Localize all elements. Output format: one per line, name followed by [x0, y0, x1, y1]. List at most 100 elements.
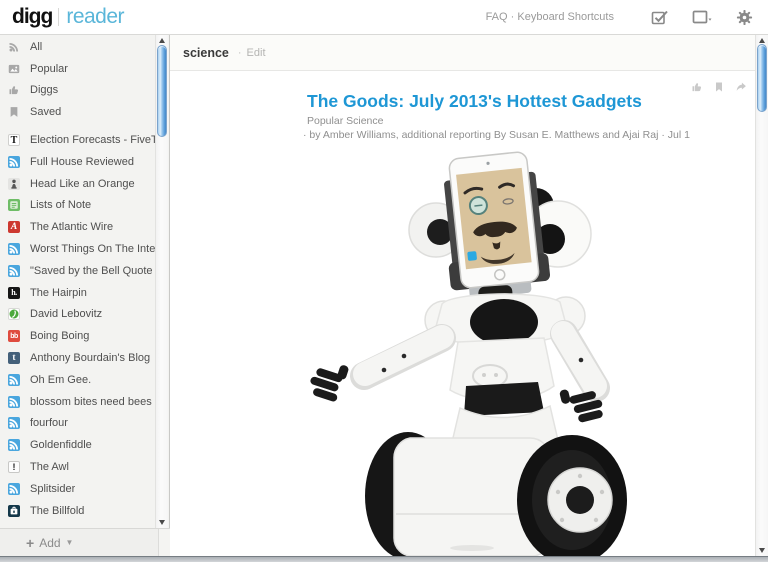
main-content: science · Edit The Goods: July 2013's Ho…: [170, 35, 755, 556]
folder-toolbar: science · Edit: [170, 35, 755, 71]
caret-down-icon: ▼: [66, 538, 74, 547]
sidebar-item[interactable]: Saved: [0, 101, 155, 123]
rss-blue-icon: [8, 243, 20, 255]
sidebar-item-label: Anthony Bourdain's Blog: [30, 352, 150, 364]
sidebar-item[interactable]: The Billfold: [0, 500, 155, 522]
article-hero-robot-image: [300, 146, 640, 556]
sidebar-item[interactable]: T Election Forecasts - FiveThirt…: [0, 129, 155, 151]
sidebar-item[interactable]: All: [0, 36, 155, 58]
sidebar-item[interactable]: Lists of Note: [0, 195, 155, 217]
app-header: digg reader FAQ · Keyboard Shortcuts: [0, 0, 768, 35]
thumb-muted-icon: [8, 84, 20, 96]
sidebar-item-label: Goldenfiddle: [30, 439, 92, 451]
photo-muted-icon: [8, 63, 20, 75]
sidebar-item[interactable]: t Anthony Bourdain's Blog: [0, 347, 155, 369]
rss-blue-icon: [8, 396, 20, 408]
article-view: The Goods: July 2013's Hottest Gadgets P…: [170, 71, 755, 556]
faq-link[interactable]: FAQ: [486, 11, 508, 23]
bookmark-muted-icon: [8, 106, 20, 118]
sidebar-item-label: Election Forecasts - FiveThirt…: [30, 134, 155, 146]
article-source: Popular Science: [307, 115, 383, 127]
rss-blue-icon: [8, 156, 20, 168]
green-notes-icon: [8, 199, 20, 211]
edit-folder-link[interactable]: Edit: [247, 47, 266, 59]
sidebar-item-label: Lists of Note: [30, 199, 91, 211]
billfold-icon: [8, 505, 20, 517]
lebovitz-icon: [8, 308, 20, 320]
sidebar-item[interactable]: Splitsider: [0, 478, 155, 500]
share-arrow-icon[interactable]: [735, 81, 747, 93]
sidebar-item-label: blossom bites need bees: [30, 396, 152, 408]
rss-blue-icon: [8, 439, 20, 451]
sidebar-item-label: "Saved by the Bell Quote of t…: [30, 265, 155, 277]
sidebar-item-label: The Awl: [30, 461, 69, 473]
plus-icon: +: [26, 535, 34, 551]
sidebar-item[interactable]: Full House Reviewed: [0, 151, 155, 173]
sidebar-item-label: All: [30, 41, 42, 53]
rss-blue-icon: [8, 483, 20, 495]
sidebar-item[interactable]: Popular: [0, 58, 155, 80]
footer-divider: [158, 529, 159, 557]
sidebar-item[interactable]: Worst Things On The Internet: [0, 238, 155, 260]
sidebar-item-label: The Atlantic Wire: [30, 221, 113, 233]
sidebar-scrollbar[interactable]: [155, 35, 168, 528]
sidebar-item[interactable]: Oh Em Gee.: [0, 369, 155, 391]
window-bottom-edge: [0, 556, 768, 562]
article-title[interactable]: The Goods: July 2013's Hottest Gadgets: [307, 91, 727, 112]
logo-divider: [58, 8, 59, 26]
sidebar: All Popular DiggsSaved T Election Forecasts …: [0, 35, 170, 528]
sidebar-item[interactable]: "Saved by the Bell Quote of t…: [0, 260, 155, 282]
sidebar-item[interactable]: Head Like an Orange: [0, 173, 155, 195]
add-feed-label: Add: [39, 536, 60, 550]
sidebar-item[interactable]: blossom bites need bees: [0, 391, 155, 413]
nyt-icon: T: [8, 134, 20, 146]
rss-blue-icon: [8, 374, 20, 386]
digg-wordmark: digg: [12, 5, 52, 29]
scroll-down-arrow[interactable]: [156, 518, 168, 527]
settings-gear-icon[interactable]: [734, 8, 754, 26]
sidebar-item-label: Oh Em Gee.: [30, 374, 91, 386]
hairpin-icon: h.: [8, 287, 20, 299]
boingboing-icon: bb: [8, 330, 20, 342]
sidebar-item-label: Popular: [30, 63, 68, 75]
sidebar-item[interactable]: Goldenfiddle: [0, 434, 155, 456]
add-feed-button[interactable]: + Add ▼: [26, 535, 73, 551]
sidebar-item[interactable]: ! The Awl: [0, 456, 155, 478]
keyboard-shortcuts-link[interactable]: Keyboard Shortcuts: [517, 11, 614, 23]
main-scrollbar[interactable]: [755, 35, 768, 556]
sidebar-scrollbar-thumb[interactable]: [157, 45, 167, 137]
mark-all-read-icon[interactable]: [650, 8, 670, 26]
sidebar-item-label: Worst Things On The Internet: [30, 243, 155, 255]
awl-icon: !: [8, 461, 20, 473]
atlantic-icon: A: [8, 221, 20, 233]
tumblr-icon: t: [8, 352, 20, 364]
main-scrollbar-thumb[interactable]: [757, 44, 767, 112]
sidebar-item-label: The Hairpin: [30, 287, 87, 299]
sidebar-item-label: David Lebovitz: [30, 308, 102, 320]
sidebar-item[interactable]: h. The Hairpin: [0, 282, 155, 304]
scroll-up-arrow[interactable]: [156, 36, 168, 45]
sidebar-item[interactable]: Diggs: [0, 80, 155, 102]
rss-muted-icon: [8, 41, 20, 53]
sidebar-item-label: The Billfold: [30, 505, 84, 517]
sidebar-item[interactable]: A The Atlantic Wire: [0, 216, 155, 238]
digg-reader-app: digg reader FAQ · Keyboard Shortcuts: [0, 0, 768, 562]
sidebar-item[interactable]: bb Boing Boing: [0, 325, 155, 347]
folder-name: science: [183, 46, 229, 60]
sidebar-item[interactable]: David Lebovitz: [0, 304, 155, 326]
digg-reader-logo[interactable]: digg reader: [12, 5, 124, 29]
header-link-separator: ·: [511, 11, 515, 23]
scroll-down-arrow[interactable]: [756, 546, 768, 555]
header-right: FAQ · Keyboard Shortcuts: [486, 8, 768, 26]
toolbar-separator: ·: [238, 47, 242, 59]
sidebar-item-label: Boing Boing: [30, 330, 89, 342]
statue-icon: [8, 178, 20, 190]
sidebar-item-label: Full House Reviewed: [30, 156, 134, 168]
article-byline: · by Amber Williams, additional reportin…: [303, 129, 703, 141]
view-layout-icon[interactable]: [692, 8, 712, 26]
feed-list: All Popular DiggsSaved T Election Forecasts …: [0, 35, 155, 522]
rss-blue-icon: [8, 265, 20, 277]
footer-right-segment: [159, 529, 170, 557]
sidebar-item[interactable]: fourfour: [0, 413, 155, 435]
rss-blue-icon: [8, 417, 20, 429]
